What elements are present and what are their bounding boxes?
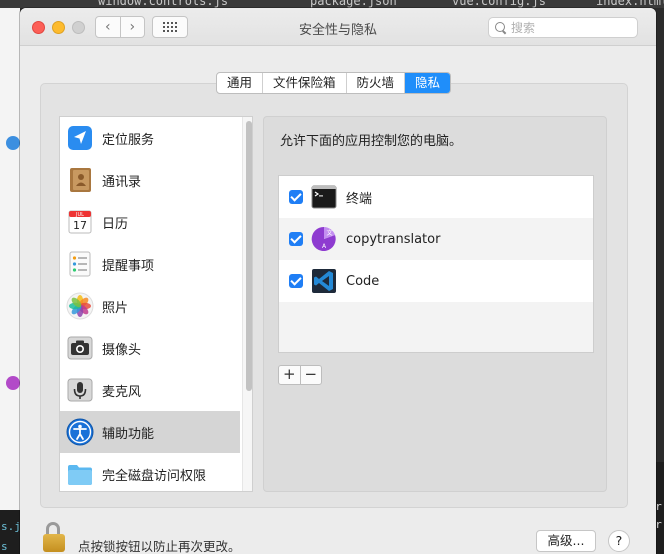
sidebar-scrollbar[interactable] (242, 117, 252, 491)
sidebar-item-full-disk-access[interactable]: 完全磁盘访问权限 (60, 453, 240, 491)
calendar-day-text: 17 (73, 219, 87, 232)
search-input[interactable] (511, 20, 629, 35)
calendar-month-text: JUL (75, 212, 84, 218)
lock-icon[interactable] (40, 522, 68, 552)
help-button[interactable]: ? (608, 530, 630, 552)
search-field[interactable] (488, 17, 638, 38)
tab-general[interactable]: 通用 (217, 73, 264, 93)
sidebar-item-label: 定位服务 (102, 132, 155, 148)
sidebar-item-microphone[interactable]: 麦克风 (60, 369, 240, 411)
location-arrow-icon (66, 124, 94, 152)
sidebar-item-label: 麦克风 (102, 384, 142, 400)
photos-icon (66, 292, 94, 320)
terminal-icon (311, 184, 337, 210)
app-row-code[interactable]: Code (279, 260, 593, 302)
app-name: 终端 (346, 191, 373, 207)
sidebar-item-label: 照片 (102, 300, 129, 316)
remove-app-button[interactable]: − (301, 366, 322, 384)
app-name: Code (346, 273, 380, 289)
app-row-copytranslator[interactable]: 文 A copytranslator (279, 218, 593, 260)
lock-message: 点按锁按钮以防止再次更改。 (78, 539, 241, 554)
background-app-sliver (0, 8, 20, 554)
sidebar-item-camera[interactable]: 摄像头 (60, 327, 240, 369)
reminders-icon (66, 250, 94, 278)
privacy-category-list: 定位服务 通讯录 JUL 17 日历 提醒事项 照片 摄像头 麦克风 辅助功能 … (59, 116, 253, 492)
app-row-terminal[interactable]: 终端 (279, 176, 593, 218)
contacts-book-icon (66, 166, 94, 194)
svg-text:文: 文 (326, 229, 332, 237)
app-list-empty-row (279, 302, 593, 352)
app-list: 终端 文 A copytranslator Code (278, 175, 594, 353)
sidebar-item-location[interactable]: 定位服务 (60, 117, 240, 159)
bg-tab-label: index.html (596, 0, 664, 8)
app-checkbox[interactable] (289, 274, 303, 288)
sidebar-item-accessibility[interactable]: 辅助功能 (60, 411, 240, 453)
sidebar-item-calendar[interactable]: JUL 17 日历 (60, 201, 240, 243)
sidebar-item-photos[interactable]: 照片 (60, 285, 240, 327)
background-editor-fragment: s.js s (0, 510, 28, 554)
microphone-icon (66, 376, 94, 404)
vscode-icon (311, 268, 337, 294)
folder-icon (66, 460, 94, 488)
sidebar-item-reminders[interactable]: 提醒事项 (60, 243, 240, 285)
add-remove-controls: + − (278, 365, 322, 385)
background-editor-tabs: window.controls.js package.json vue.conf… (0, 0, 664, 8)
tab-privacy[interactable]: 隐私 (405, 73, 451, 93)
calendar-icon: JUL 17 (66, 208, 94, 236)
tab-filevault[interactable]: 文件保险箱 (263, 73, 347, 93)
app-name: copytranslator (346, 231, 441, 247)
sidebar-item-label: 日历 (102, 216, 129, 232)
scrollbar-thumb[interactable] (246, 121, 252, 391)
privacy-panel: 定位服务 通讯录 JUL 17 日历 提醒事项 照片 摄像头 麦克风 辅助功能 … (40, 83, 628, 508)
bg-tab-label: vue.config.js (452, 0, 546, 8)
security-privacy-window: ‹ › 安全性与隐私 通用 文件保险箱 防火墙 隐私 (20, 8, 656, 554)
bg-code-text: s (1, 540, 8, 553)
bg-tab-label: window.controls.js (98, 0, 229, 8)
accessibility-settings-pane: 允许下面的应用控制您的电脑。 终端 文 A copytranslator Cod… (263, 116, 607, 492)
bg-icon (6, 376, 20, 390)
copytranslator-icon: 文 A (311, 226, 337, 252)
sidebar-item-label: 完全磁盘访问权限 (102, 468, 207, 484)
sidebar-item-label: 摄像头 (102, 342, 142, 358)
pane-description: 允许下面的应用控制您的电脑。 (280, 134, 463, 149)
app-checkbox[interactable] (289, 190, 303, 204)
accessibility-icon (66, 418, 94, 446)
tab-firewall[interactable]: 防火墙 (347, 73, 406, 93)
search-icon (495, 21, 507, 34)
sidebar-item-label: 辅助功能 (102, 426, 155, 442)
bg-icon (6, 136, 20, 150)
add-app-button[interactable]: + (279, 366, 301, 384)
sidebar-item-contacts[interactable]: 通讯录 (60, 159, 240, 201)
camera-icon (66, 334, 94, 362)
tab-bar: 通用 文件保险箱 防火墙 隐私 (216, 72, 452, 94)
sidebar-item-label: 通讯录 (102, 174, 142, 190)
sidebar-item-label: 提醒事项 (102, 258, 155, 274)
advanced-button[interactable]: 高级... (536, 530, 596, 552)
app-checkbox[interactable] (289, 232, 303, 246)
bg-tab-label: package.json (310, 0, 397, 8)
title-bar: ‹ › 安全性与隐私 (20, 8, 656, 46)
